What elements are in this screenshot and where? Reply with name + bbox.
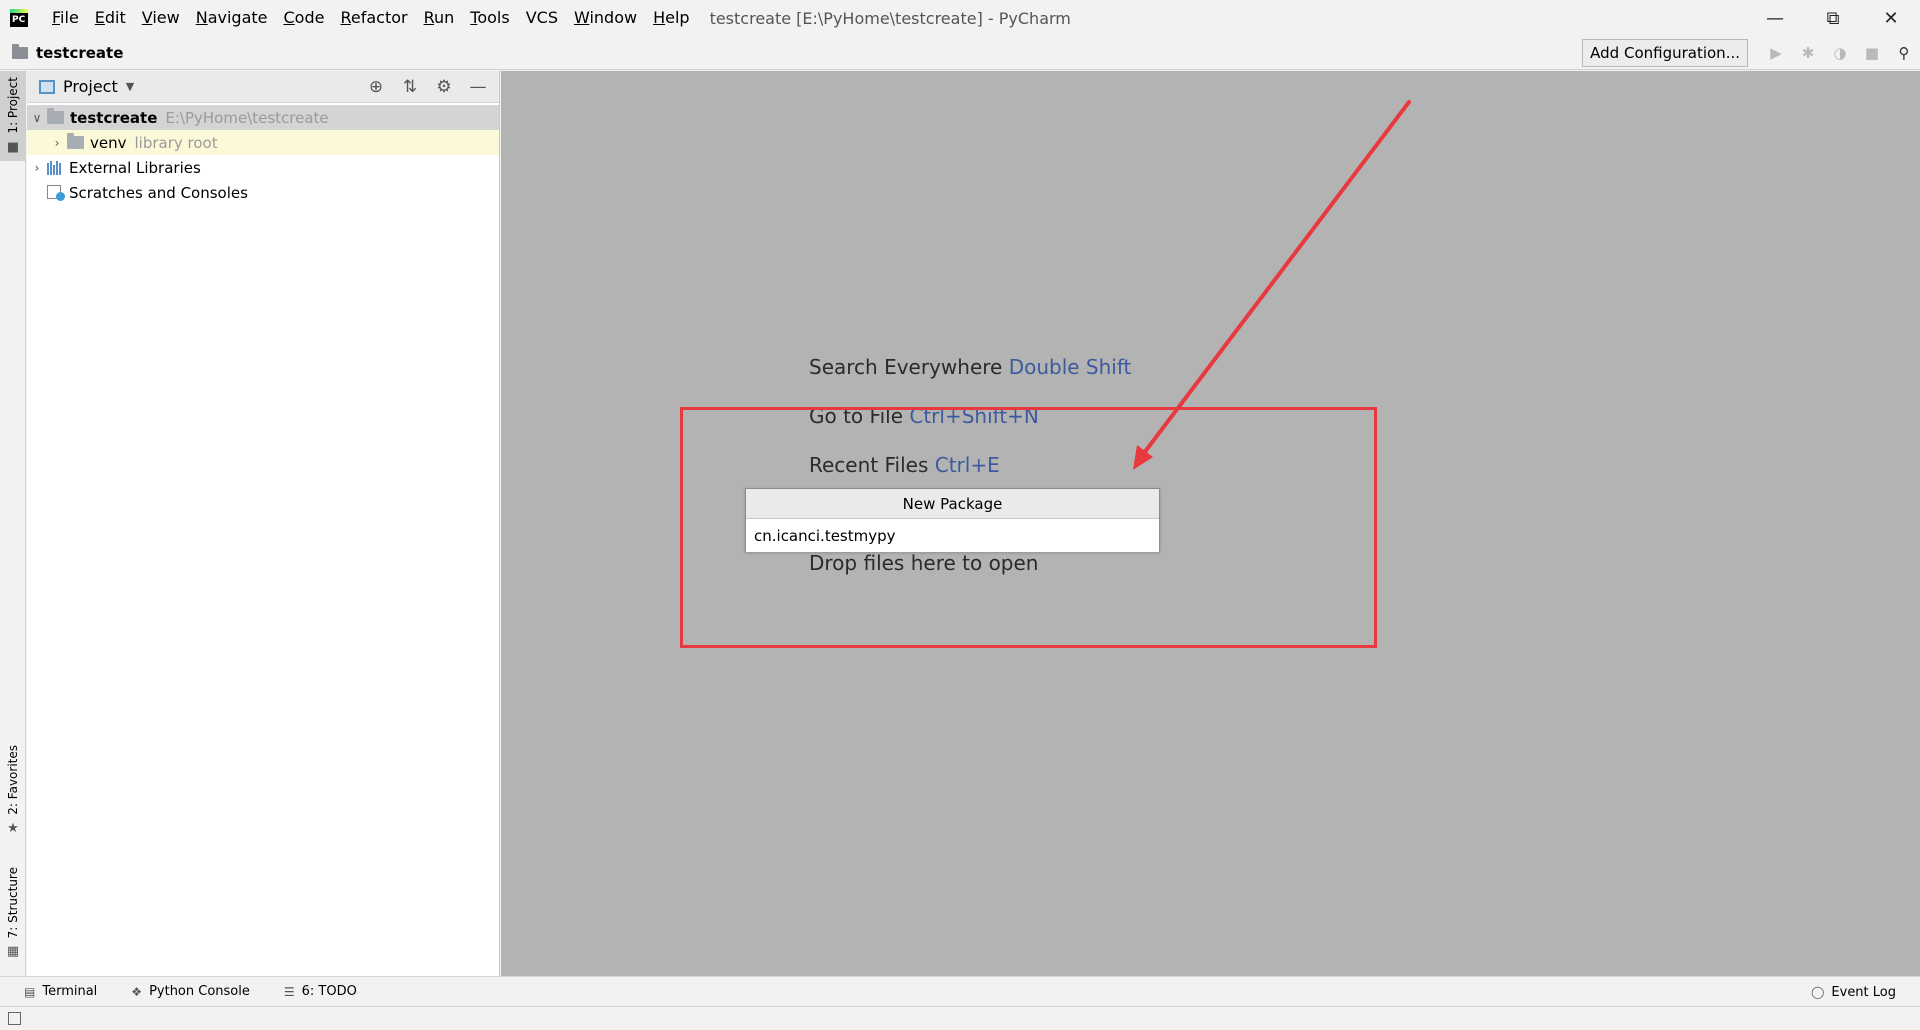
tree-node-scratches[interactable]: Scratches and Consoles xyxy=(27,180,499,205)
tool-tab-project[interactable]: 1: Project ■ xyxy=(0,71,26,161)
folder-icon xyxy=(67,133,84,149)
tool-tab-todo[interactable]: ☰ 6: TODO xyxy=(274,984,367,999)
external-libraries-label: External Libraries xyxy=(69,158,201,177)
scratches-icon xyxy=(47,184,65,201)
package-name-input[interactable] xyxy=(746,519,1159,552)
tool-tab-python-console[interactable]: ❖ Python Console xyxy=(121,984,260,999)
tool-tab-terminal[interactable]: ▤ Terminal xyxy=(14,984,107,999)
title-bar: PC File Edit View Navigate Code Refactor… xyxy=(0,0,1920,36)
project-panel-tools: ⊕ ⇅ ⚙ — xyxy=(359,71,495,103)
debug-icon[interactable]: ✱ xyxy=(1792,36,1824,70)
run-toolbar: Add Configuration... ▶ ✱ ◑ ■ ⚲ xyxy=(1582,36,1920,70)
navigation-bar: testcreate Add Configuration... ▶ ✱ ◑ ■ … xyxy=(0,36,1920,70)
bottom-tool-stripe: ▤ Terminal ❖ Python Console ☰ 6: TODO ◯ … xyxy=(0,976,1920,1006)
python-icon: ❖ xyxy=(131,984,143,999)
tree-node-venv[interactable]: › venv library root xyxy=(27,130,499,155)
terminal-icon: ▤ xyxy=(24,984,36,999)
menu-view[interactable]: View xyxy=(134,0,188,36)
tool-tab-favorites[interactable]: 2: Favorites ★ xyxy=(0,739,26,842)
menu-navigate[interactable]: Navigate xyxy=(188,0,276,36)
annotation-arrow xyxy=(1133,100,1411,470)
run-icon[interactable]: ▶ xyxy=(1760,36,1792,70)
structure-icon: ▦ xyxy=(6,944,20,960)
scratches-label: Scratches and Consoles xyxy=(69,183,248,202)
gear-icon[interactable]: ⚙ xyxy=(427,77,461,97)
stop-icon[interactable]: ■ xyxy=(1856,36,1888,70)
menu-edit[interactable]: Edit xyxy=(87,0,134,36)
root-path: E:\PyHome\testcreate xyxy=(165,108,329,127)
left-tool-stripe: 1: Project ■ 2: Favorites ★ 7: Structure… xyxy=(0,71,26,976)
list-icon: ☰ xyxy=(283,984,295,999)
venv-note: library root xyxy=(134,133,218,152)
tool-tab-event-log[interactable]: ◯ Event Log xyxy=(1811,977,1896,1007)
menu-code[interactable]: Code xyxy=(276,0,333,36)
project-panel-header: Project ▼ ⊕ ⇅ ⚙ — xyxy=(27,71,499,103)
hide-icon[interactable]: — xyxy=(461,77,495,97)
coverage-icon[interactable]: ◑ xyxy=(1824,36,1856,70)
folder-icon xyxy=(47,108,64,124)
project-tool-window: Project ▼ ⊕ ⇅ ⚙ — ∨ testcreate E:\PyHome… xyxy=(27,71,500,976)
close-icon[interactable]: ✕ xyxy=(1862,0,1920,36)
tree-node-external-libraries[interactable]: › External Libraries xyxy=(27,155,499,180)
add-configuration-button[interactable]: Add Configuration... xyxy=(1582,39,1748,67)
menu-help[interactable]: Help xyxy=(645,0,697,36)
new-package-dialog: New Package xyxy=(745,488,1160,552)
editor-area[interactable]: Search Everywhere Double Shift Go to Fil… xyxy=(501,71,1920,976)
status-bar xyxy=(0,1006,1920,1030)
chevron-right-icon[interactable]: › xyxy=(27,161,47,175)
folder-icon xyxy=(12,43,28,59)
chevron-right-icon[interactable]: › xyxy=(47,136,67,150)
venv-name: venv xyxy=(90,133,127,152)
restore-icon[interactable]: ⧉ xyxy=(1804,0,1862,36)
search-icon[interactable]: ⚲ xyxy=(1888,36,1920,70)
project-view-selector[interactable]: Project xyxy=(63,77,118,96)
minimize-icon[interactable]: — xyxy=(1746,0,1804,36)
root-name: testcreate xyxy=(70,108,158,127)
star-icon: ★ xyxy=(7,820,19,836)
breadcrumb-project[interactable]: testcreate xyxy=(36,44,123,62)
chevron-down-icon[interactable]: ∨ xyxy=(27,111,47,125)
libraries-icon xyxy=(47,160,63,175)
toggle-tool-windows-icon[interactable] xyxy=(8,1012,21,1025)
tool-tab-structure[interactable]: 7: Structure ▦ xyxy=(0,861,26,965)
main-menu: File Edit View Navigate Code Refactor Ru… xyxy=(44,0,698,36)
menu-file[interactable]: File xyxy=(44,0,87,36)
window-controls: — ⧉ ✕ xyxy=(1746,0,1920,36)
chevron-down-icon[interactable]: ▼ xyxy=(126,80,134,93)
menu-window[interactable]: Window xyxy=(566,0,645,36)
collapse-all-icon[interactable]: ⇅ xyxy=(393,77,427,97)
project-view-icon xyxy=(39,79,55,94)
pycharm-logo-icon: PC xyxy=(10,9,28,27)
menu-refactor[interactable]: Refactor xyxy=(332,0,415,36)
locate-icon[interactable]: ⊕ xyxy=(359,77,393,97)
window-title: testcreate [E:\PyHome\testcreate] - PyCh… xyxy=(709,8,1071,28)
menu-run[interactable]: Run xyxy=(416,0,463,36)
project-tree: ∨ testcreate E:\PyHome\testcreate › venv… xyxy=(27,103,499,205)
event-log-icon: ◯ xyxy=(1810,985,1825,999)
folder-icon: ■ xyxy=(6,139,20,155)
new-package-dialog-title: New Package xyxy=(746,489,1159,519)
menu-tools[interactable]: Tools xyxy=(462,0,517,36)
menu-vcs[interactable]: VCS xyxy=(518,0,566,36)
tree-node-root[interactable]: ∨ testcreate E:\PyHome\testcreate xyxy=(27,105,499,130)
